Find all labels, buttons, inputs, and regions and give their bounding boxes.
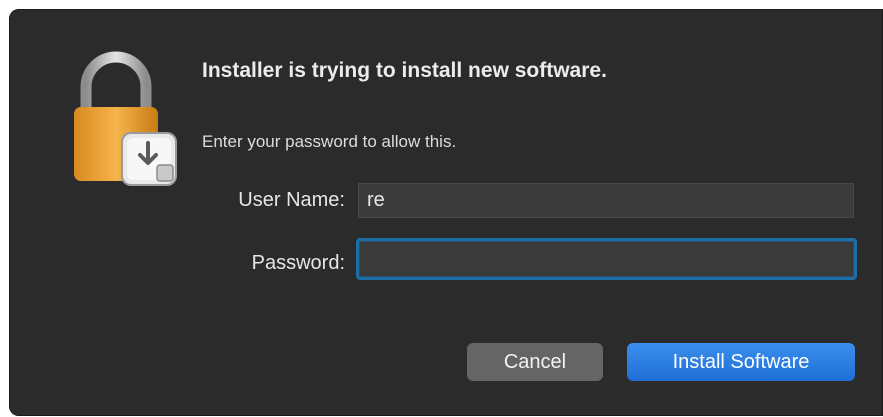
installer-package-icon xyxy=(121,132,177,186)
password-label: Password: xyxy=(251,252,345,274)
password-field[interactable] xyxy=(356,238,857,280)
cancel-button[interactable]: Cancel xyxy=(467,343,603,381)
auth-dialog: Installer is trying to install new softw… xyxy=(9,9,883,416)
username-label: User Name: xyxy=(238,189,345,211)
dialog-title: Installer is trying to install new softw… xyxy=(202,59,607,82)
username-field[interactable] xyxy=(358,183,854,218)
lock-icon xyxy=(74,51,177,186)
install-software-button[interactable]: Install Software xyxy=(627,343,855,381)
dialog-message: Enter your password to allow this. xyxy=(202,132,457,151)
